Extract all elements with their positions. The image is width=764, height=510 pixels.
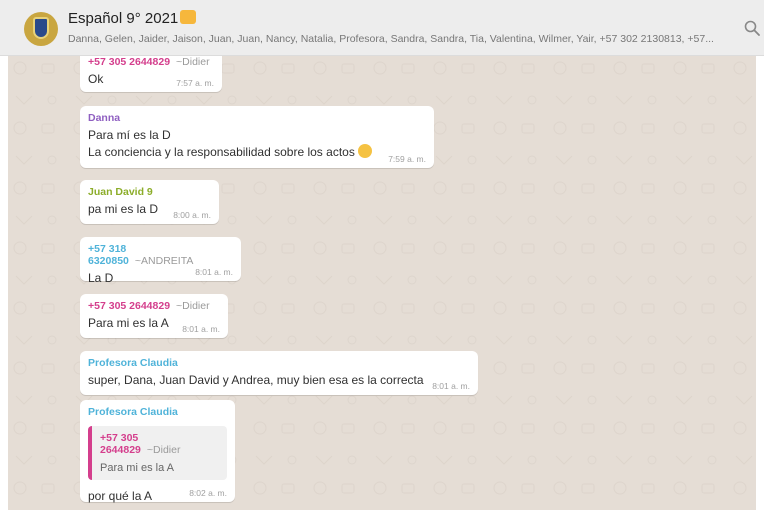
- sender-phone: +57 305 2644829: [88, 56, 171, 68]
- message-sender[interactable]: +57 318 6320850 ~ANDREITA: [88, 243, 233, 267]
- message-time: 8:01 a. m.: [432, 381, 470, 391]
- message-time: 8:02 a. m.: [189, 488, 227, 498]
- message-sender[interactable]: Danna: [88, 112, 426, 124]
- message-bubble[interactable]: Danna Para mí es la D La conciencia y la…: [80, 106, 434, 168]
- chat-header: Español 9° 2021 Danna, Gelen, Jaider, Ja…: [0, 0, 764, 56]
- message-time: 7:57 a. m.: [176, 78, 214, 88]
- message-time: 8:01 a. m.: [182, 324, 220, 334]
- message-bubble[interactable]: Juan David 9 pa mi es la D 8:00 a. m.: [80, 180, 219, 224]
- quote-sender: +57 305 2644829 ~Didier: [100, 432, 219, 456]
- message-sender[interactable]: +57 305 2644829 ~Didier: [88, 300, 220, 312]
- message-sender[interactable]: Profesora Claudia: [88, 406, 227, 418]
- group-avatar[interactable]: [24, 12, 58, 46]
- sender-alias: ~Didier: [176, 300, 210, 312]
- message-bubble[interactable]: +57 318 6320850 ~ANDREITA La D 8:01 a. m.: [80, 237, 241, 285]
- shield-icon: [33, 17, 49, 39]
- message-sender[interactable]: +57 305 2644829 ~Didier: [88, 56, 214, 68]
- message-bubble[interactable]: Profesora Claudia +57 305 2644829 ~Didier…: [80, 400, 235, 503]
- sender-alias: ~ANDREITA: [134, 255, 194, 267]
- message-bubble[interactable]: +57 305 2644829 ~Didier Para mi es la A 8…: [80, 294, 228, 338]
- quote-text: Para mi es la A: [100, 462, 174, 474]
- sender-phone: +57 305 2644829: [88, 300, 171, 312]
- message-time: 8:00 a. m.: [173, 210, 211, 220]
- group-title[interactable]: Español 9° 2021: [68, 10, 197, 27]
- sender-alias: ~Didier: [176, 56, 210, 68]
- message-time: 8:01 a. m.: [195, 267, 233, 277]
- message-text-line2: La conciencia y la responsabilidad sobre…: [88, 144, 426, 160]
- group-members: Danna, Gelen, Jaider, Jaison, Juan, Juan…: [68, 33, 714, 45]
- group-name: Español 9° 2021: [68, 10, 179, 27]
- search-icon[interactable]: [744, 20, 760, 36]
- quote-alias: ~Didier: [146, 444, 181, 456]
- quoted-message[interactable]: +57 305 2644829 ~Didier Para mi es la A: [88, 426, 227, 480]
- message-text: Para mí es la D: [88, 128, 171, 142]
- emoji-icon: [357, 144, 372, 158]
- quote-phone: +57 305 2644829: [100, 432, 141, 456]
- message-time: 7:59 a. m.: [388, 154, 426, 164]
- message-text: super, Dana, Juan David y Andrea, muy bi…: [88, 373, 424, 387]
- sender-phone: +57 318 6320850: [88, 243, 129, 267]
- emoji-icon: [180, 10, 197, 24]
- message-sender[interactable]: Profesora Claudia: [88, 357, 470, 369]
- message-area[interactable]: +57 305 2644829 ~Didier Ok 7:57 a. m. Dan…: [8, 56, 756, 510]
- message-bubble[interactable]: Profesora Claudia super, Dana, Juan Davi…: [80, 351, 478, 395]
- message-sender[interactable]: Juan David 9: [88, 186, 211, 198]
- message-bubble[interactable]: +57 305 2644829 ~Didier Ok 7:57 a. m.: [80, 56, 222, 92]
